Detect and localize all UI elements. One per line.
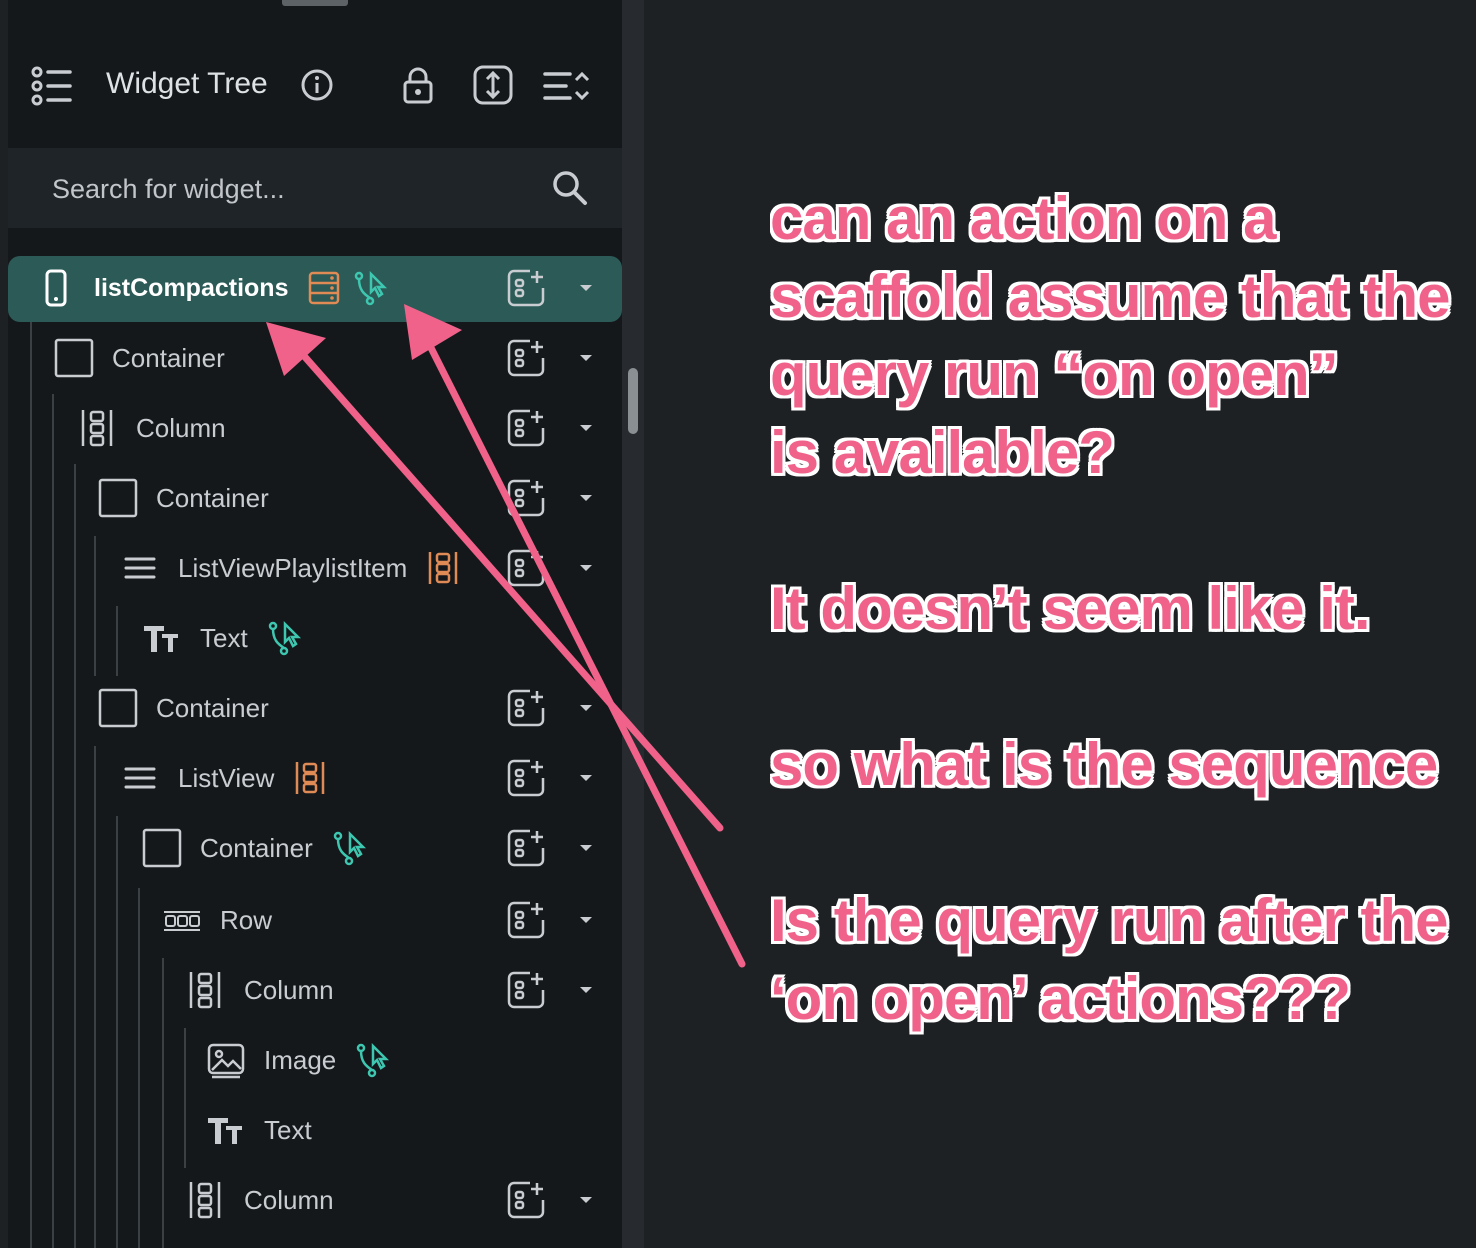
lock-icon[interactable] <box>400 66 436 106</box>
caret-down-icon[interactable] <box>578 840 594 856</box>
tree-row[interactable]: Container <box>8 816 622 880</box>
column-icon <box>186 1180 226 1220</box>
caret-down-icon[interactable] <box>578 1192 594 1208</box>
tree-row-label: ListViewPlaylistItem <box>178 553 408 583</box>
tree-row-label: Image <box>264 1045 337 1075</box>
tree-row[interactable]: Text <box>8 606 622 670</box>
tree-row[interactable]: ListView <box>8 746 622 810</box>
info-icon[interactable] <box>300 68 334 102</box>
panel-top-handle[interactable] <box>282 0 348 6</box>
action-trigger-icon[interactable] <box>352 270 388 306</box>
caret-down-icon[interactable] <box>578 700 594 716</box>
annotation-line: It doesn’t seem like it. <box>770 575 1371 642</box>
text-icon <box>206 1110 246 1150</box>
annotation-line: can an action on a <box>770 185 1276 252</box>
tree-row[interactable]: Container <box>8 466 622 530</box>
annotation-line <box>770 492 1476 570</box>
tree-row-label: Column <box>244 975 334 1005</box>
tree-row-label: Column <box>244 1185 334 1215</box>
container-icon <box>54 338 94 378</box>
container-icon <box>98 688 138 728</box>
column-icon <box>78 408 118 448</box>
annotation-line: is available? <box>770 419 1115 486</box>
annotation-line: ‘on open’ actions??? <box>770 965 1351 1032</box>
add-child-widget-icon[interactable] <box>506 970 546 1010</box>
tree-row-label: Container <box>112 343 225 373</box>
tree-row[interactable]: ListViewPlaylistItem <box>8 536 622 600</box>
generate-children-icon[interactable] <box>425 550 461 586</box>
backend-query-icon[interactable] <box>306 270 342 306</box>
caret-down-icon[interactable] <box>578 560 594 576</box>
listview-icon <box>120 758 160 798</box>
tree-row-label: ListView <box>178 763 275 793</box>
annotation-text: can an action on a scaffold assume that t… <box>770 180 1476 1040</box>
tree-row-label: Container <box>200 833 313 863</box>
listview-icon <box>120 548 160 588</box>
annotation-line <box>770 804 1476 882</box>
tree-row[interactable]: Container <box>8 676 622 740</box>
caret-down-icon[interactable] <box>578 280 594 296</box>
caret-down-icon[interactable] <box>578 350 594 366</box>
tree-row-label: Container <box>156 693 269 723</box>
tree-row[interactable]: Row <box>8 888 622 952</box>
action-trigger-icon[interactable] <box>354 1042 390 1078</box>
tree-row-label: Row <box>220 905 273 935</box>
annotation-line: so what is the sequence <box>770 731 1438 798</box>
action-trigger-icon[interactable] <box>266 620 302 656</box>
add-child-widget-icon[interactable] <box>506 338 546 378</box>
annotation-line: scaffold assume that the <box>770 263 1451 330</box>
search-icon[interactable] <box>550 168 590 208</box>
tree-row-label: Container <box>156 483 269 513</box>
collapse-all-icon[interactable] <box>542 68 590 104</box>
tree-row-label: Text <box>264 1115 312 1145</box>
tree-row[interactable]: Column <box>8 396 622 460</box>
widget-tree-icon <box>31 66 72 106</box>
caret-down-icon[interactable] <box>578 770 594 786</box>
container-icon <box>142 828 182 868</box>
add-child-widget-icon[interactable] <box>506 268 546 308</box>
tree-row[interactable]: Column <box>8 958 622 1022</box>
tree-row[interactable]: Text <box>8 1098 622 1162</box>
caret-down-icon[interactable] <box>578 490 594 506</box>
annotation-line <box>770 648 1476 726</box>
tree-row-selected[interactable]: listCompactions <box>8 256 622 322</box>
scrollbar-thumb[interactable] <box>628 368 638 434</box>
annotation-line: query run “on open” <box>770 341 1339 408</box>
caret-down-icon[interactable] <box>578 912 594 928</box>
column-icon <box>186 970 226 1010</box>
panel-divider[interactable] <box>622 0 644 1248</box>
phone-icon <box>36 268 76 308</box>
panel-title: Widget Tree <box>106 67 268 100</box>
add-child-widget-icon[interactable] <box>506 688 546 728</box>
search-bar <box>8 148 622 228</box>
add-child-widget-icon[interactable] <box>506 548 546 588</box>
add-child-widget-icon[interactable] <box>506 828 546 868</box>
search-input[interactable] <box>50 168 534 210</box>
tree-row[interactable]: Column <box>8 1168 622 1232</box>
text-icon <box>142 618 182 658</box>
tree-row-label: Text <box>200 623 248 653</box>
annotation-line: Is the query run after the <box>770 887 1448 954</box>
image-icon <box>206 1040 246 1080</box>
expand-vertical-icon[interactable] <box>472 64 514 106</box>
generate-children-icon[interactable] <box>292 760 328 796</box>
add-child-widget-icon[interactable] <box>506 1180 546 1220</box>
action-trigger-icon[interactable] <box>331 830 367 866</box>
container-icon <box>98 478 138 518</box>
tree-row-label: listCompactions <box>94 274 289 302</box>
tree-row[interactable]: Image <box>8 1028 622 1092</box>
add-child-widget-icon[interactable] <box>506 408 546 448</box>
add-child-widget-icon[interactable] <box>506 900 546 940</box>
add-child-widget-icon[interactable] <box>506 478 546 518</box>
add-child-widget-icon[interactable] <box>506 758 546 798</box>
tree-row-label: Column <box>136 413 226 443</box>
caret-down-icon[interactable] <box>578 420 594 436</box>
row-icon <box>162 900 202 940</box>
tree-row[interactable]: Container <box>8 326 622 390</box>
caret-down-icon[interactable] <box>578 982 594 998</box>
